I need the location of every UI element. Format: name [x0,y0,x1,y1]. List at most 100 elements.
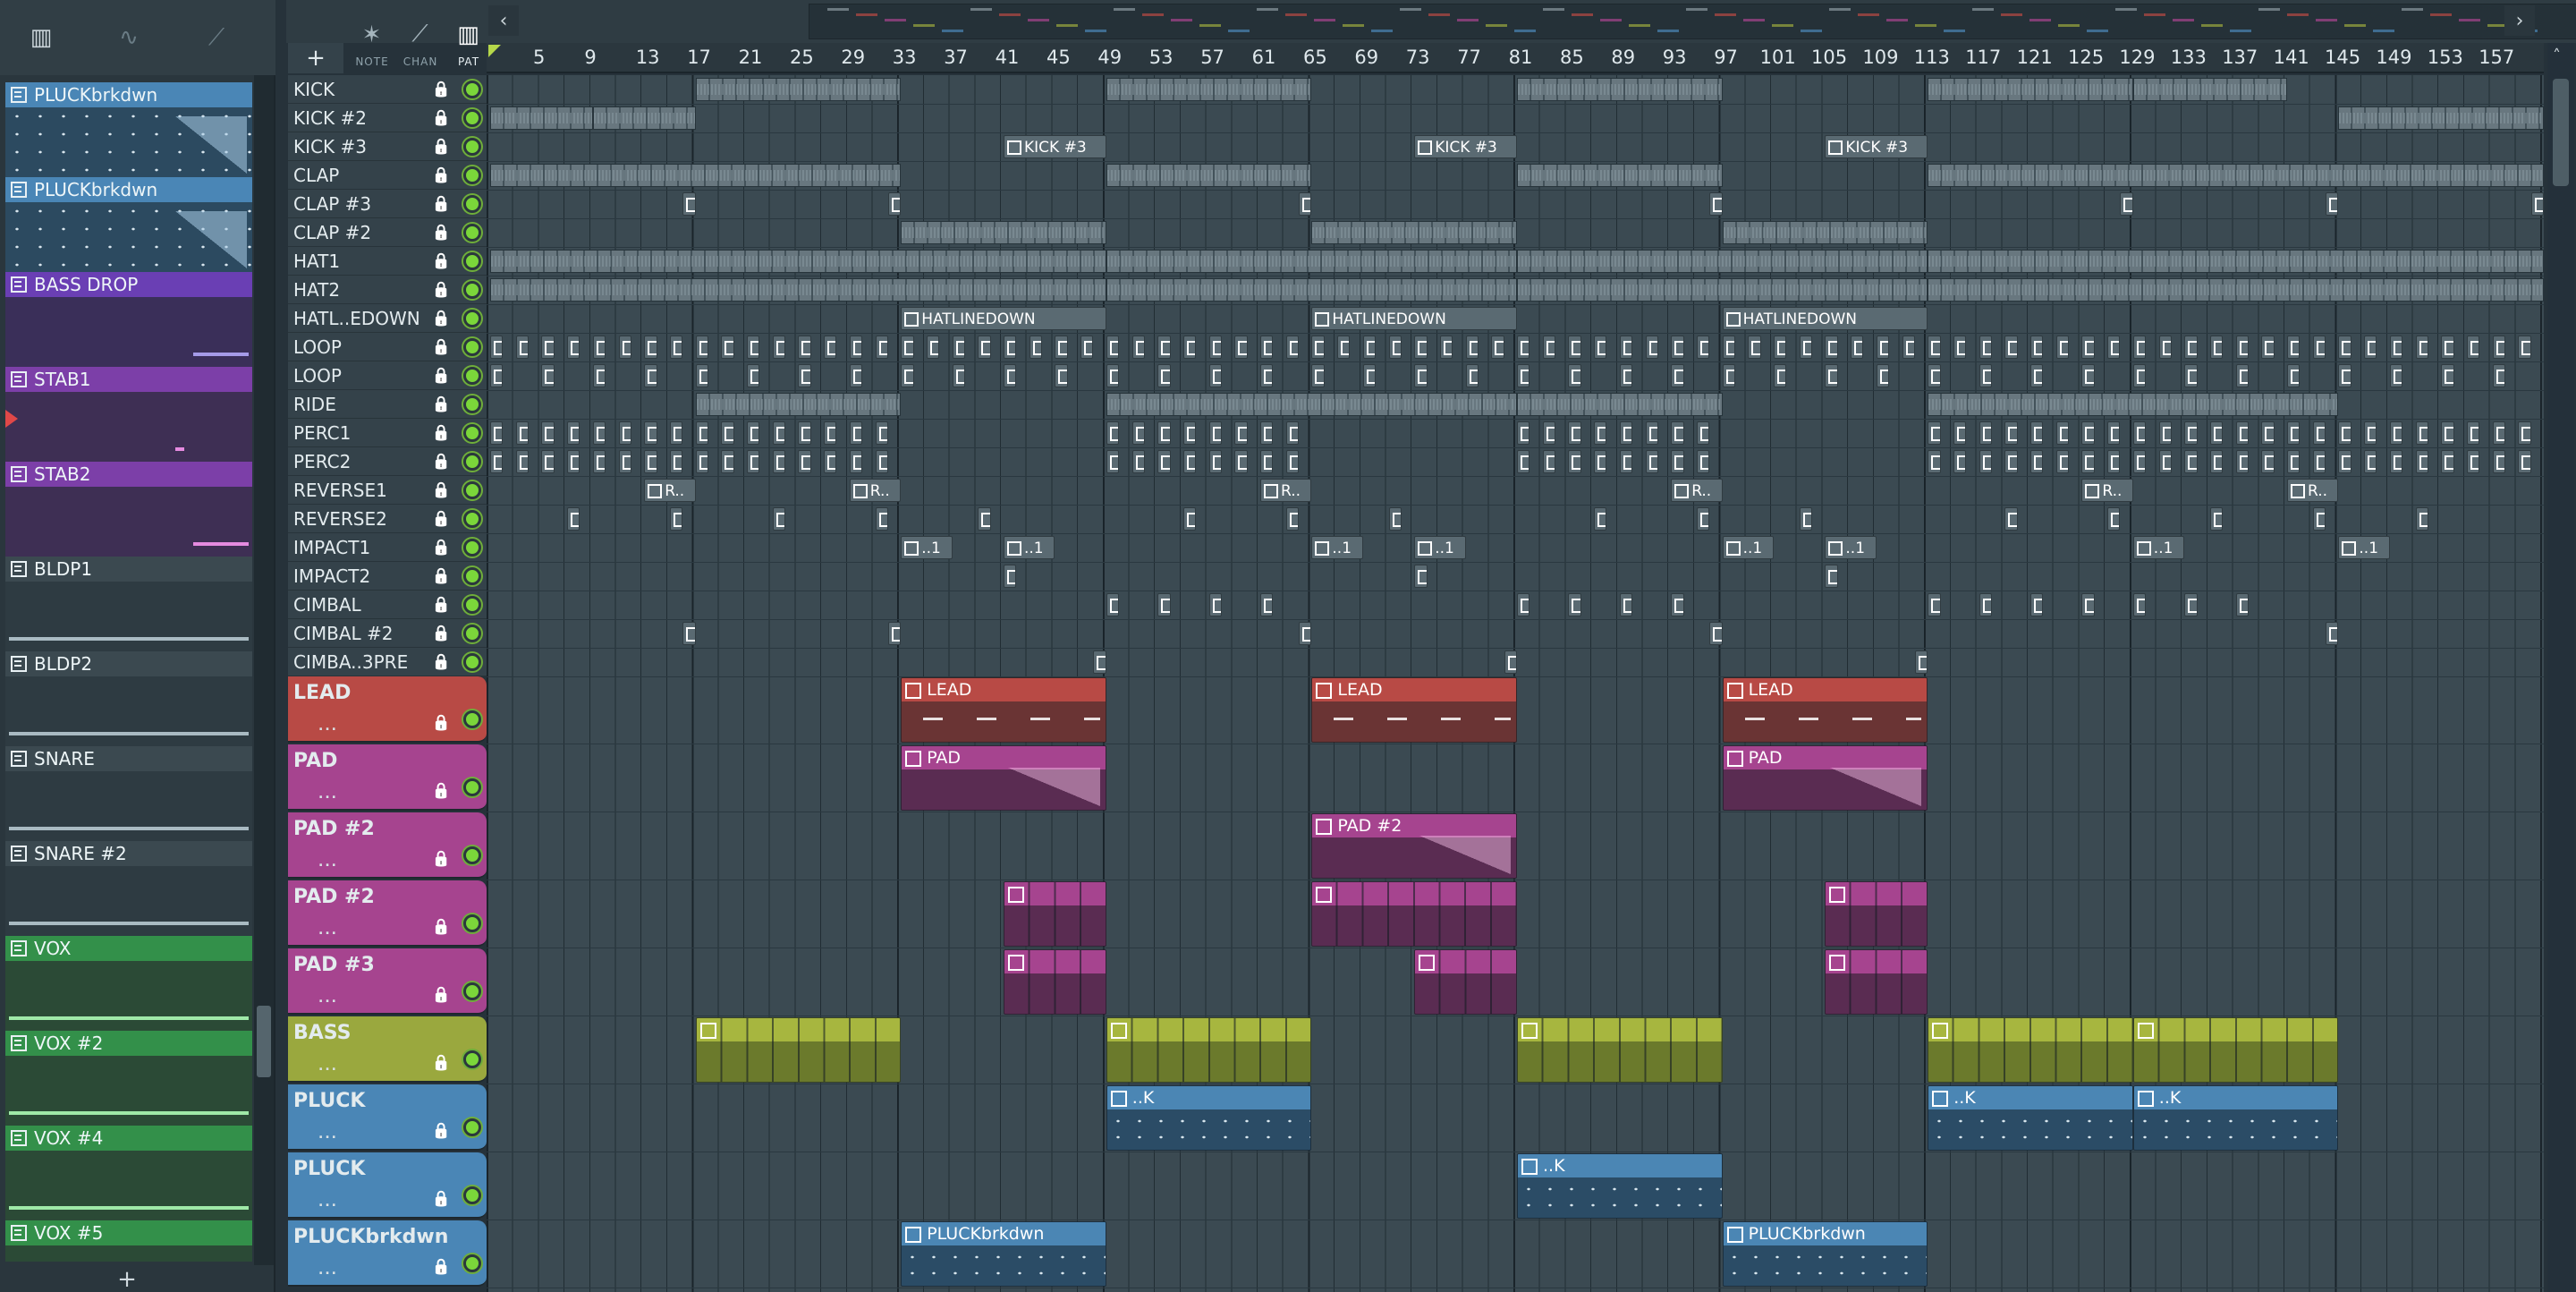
pattern-clip[interactable] [1928,278,2544,302]
pattern-clip[interactable] [849,364,863,387]
lock-icon[interactable]: 🔒 [432,453,451,471]
pattern-clip[interactable] [1208,421,1222,445]
pattern-clip[interactable] [644,364,657,387]
mode-note-button[interactable]: ✶ NOTE [349,5,395,68]
pattern-clip[interactable] [2132,593,2147,616]
pattern-clip[interactable] [1979,421,1992,445]
track-header[interactable]: LOOP 🔒 [288,361,487,390]
pattern-clip[interactable] [1260,450,1274,473]
pattern-clip[interactable] [2518,336,2531,359]
lock-icon[interactable]: 🔒 [432,395,451,413]
picker-item[interactable]: BASS DROP [5,272,252,367]
pattern-clip[interactable] [695,450,708,473]
pattern-clip[interactable] [592,336,606,359]
lock-icon[interactable]: 🔒 [432,625,451,642]
scroll-up-icon[interactable]: ˄ [2553,47,2561,65]
track-enable-toggle[interactable] [463,595,481,614]
track-enable-toggle[interactable] [463,914,481,932]
track-header[interactable]: HAT2 🔒 [288,276,487,304]
pattern-clip[interactable] [1645,336,1658,359]
pattern-clip[interactable] [2030,364,2044,387]
pattern-clip[interactable] [2389,421,2403,445]
pattern-clip[interactable] [567,336,580,359]
pattern-clip[interactable] [490,164,902,187]
pattern-clip[interactable] [490,250,1106,273]
pattern-clip[interactable] [1645,450,1658,473]
pattern-clip[interactable] [1362,336,1377,359]
pattern-clip[interactable] [1131,421,1145,445]
pattern-clip[interactable] [772,336,786,359]
pattern-clip[interactable] [2030,450,2044,473]
pattern-clip[interactable] [849,336,863,359]
pattern-clip[interactable] [1825,565,1838,588]
pattern-clip[interactable] [2030,421,2044,445]
mode-pat-button[interactable]: ▥ PAT [445,5,492,68]
pattern-clip[interactable] [1979,364,1992,387]
pattern-clip[interactable] [1517,393,1723,416]
pattern-clip[interactable] [1953,336,1967,359]
track-enable-toggle[interactable] [463,423,481,442]
pattern-clip[interactable] [644,450,657,473]
pattern-clip[interactable] [1106,336,1120,359]
pattern-clip[interactable] [2004,507,2018,531]
pattern-clip[interactable] [2132,364,2147,387]
lock-icon[interactable]: 🔒 [432,310,451,327]
pattern-clip[interactable] [1542,336,1556,359]
pattern-clip[interactable] [1671,421,1684,445]
track-enable-toggle[interactable] [463,452,481,471]
pattern-clip[interactable] [2055,336,2070,359]
pattern-clip[interactable] [2132,78,2287,101]
track-header[interactable]: HAT1 🔒 [288,247,487,276]
pattern-clip[interactable] [490,450,504,473]
track-header[interactable]: PLUCK 🔒... [288,1152,487,1219]
pattern-clip[interactable]: LEAD [1722,677,1928,743]
pattern-clip[interactable] [1748,336,1761,359]
pattern-clip[interactable] [1465,336,1479,359]
pattern-clip[interactable] [1311,364,1325,387]
pattern-clip[interactable] [2055,450,2070,473]
pattern-clip[interactable]: ..1 [1004,536,1055,559]
pattern-clip[interactable] [1619,336,1633,359]
lock-icon[interactable]: 🔒 [432,481,451,499]
pattern-clip[interactable] [2364,450,2377,473]
pattern-clip[interactable] [1234,336,1248,359]
pattern-clip[interactable] [1285,336,1300,359]
pattern-clip[interactable] [1594,450,1607,473]
picker-item[interactable]: BLDP1 [5,557,252,651]
pattern-clip[interactable] [2492,364,2505,387]
pattern-clip[interactable]: HATLINEDOWN [1722,307,1928,330]
pattern-clip[interactable] [2261,336,2275,359]
pattern-clip[interactable] [2081,421,2095,445]
pattern-clip[interactable] [2326,622,2339,645]
overview-strip[interactable] [809,4,2576,39]
pattern-clip[interactable] [1517,593,1530,616]
pattern-clip[interactable] [2132,421,2147,445]
waveform-icon[interactable]: ∿ [104,20,154,55]
playlist-vertical-scrollbar[interactable]: ˄ [2547,43,2574,1292]
pattern-clip[interactable] [1671,364,1684,387]
pattern-clip[interactable]: R.. [1260,479,1312,502]
pattern-clip[interactable] [1696,507,1710,531]
pattern-clip[interactable] [1928,1017,2133,1083]
pattern-clip[interactable] [1106,1017,1312,1083]
pattern-clip[interactable] [1671,593,1684,616]
pattern-clip[interactable]: KICK #3 [1414,135,1517,158]
pattern-clip[interactable] [2338,364,2351,387]
picker-item[interactable]: STAB2 [5,462,252,557]
track-enable-toggle[interactable] [463,309,481,327]
pattern-clip[interactable] [926,336,940,359]
pattern-clip[interactable] [2466,336,2480,359]
pattern-clip[interactable]: ..K [1106,1085,1312,1151]
pattern-clip[interactable] [2081,336,2095,359]
track-enable-toggle[interactable] [463,137,481,156]
pattern-clip[interactable] [1722,364,1735,387]
pattern-clip[interactable] [1055,364,1068,387]
pattern-clip[interactable] [2338,450,2351,473]
pattern-clip[interactable] [2312,421,2326,445]
pattern-clip[interactable] [1619,364,1633,387]
picker-item[interactable]: VOX [5,936,252,1031]
pattern-clip[interactable]: R.. [644,479,696,502]
pattern-clip[interactable] [1876,364,1890,387]
pattern-clip[interactable] [1671,450,1684,473]
pattern-clip[interactable] [2338,106,2544,130]
